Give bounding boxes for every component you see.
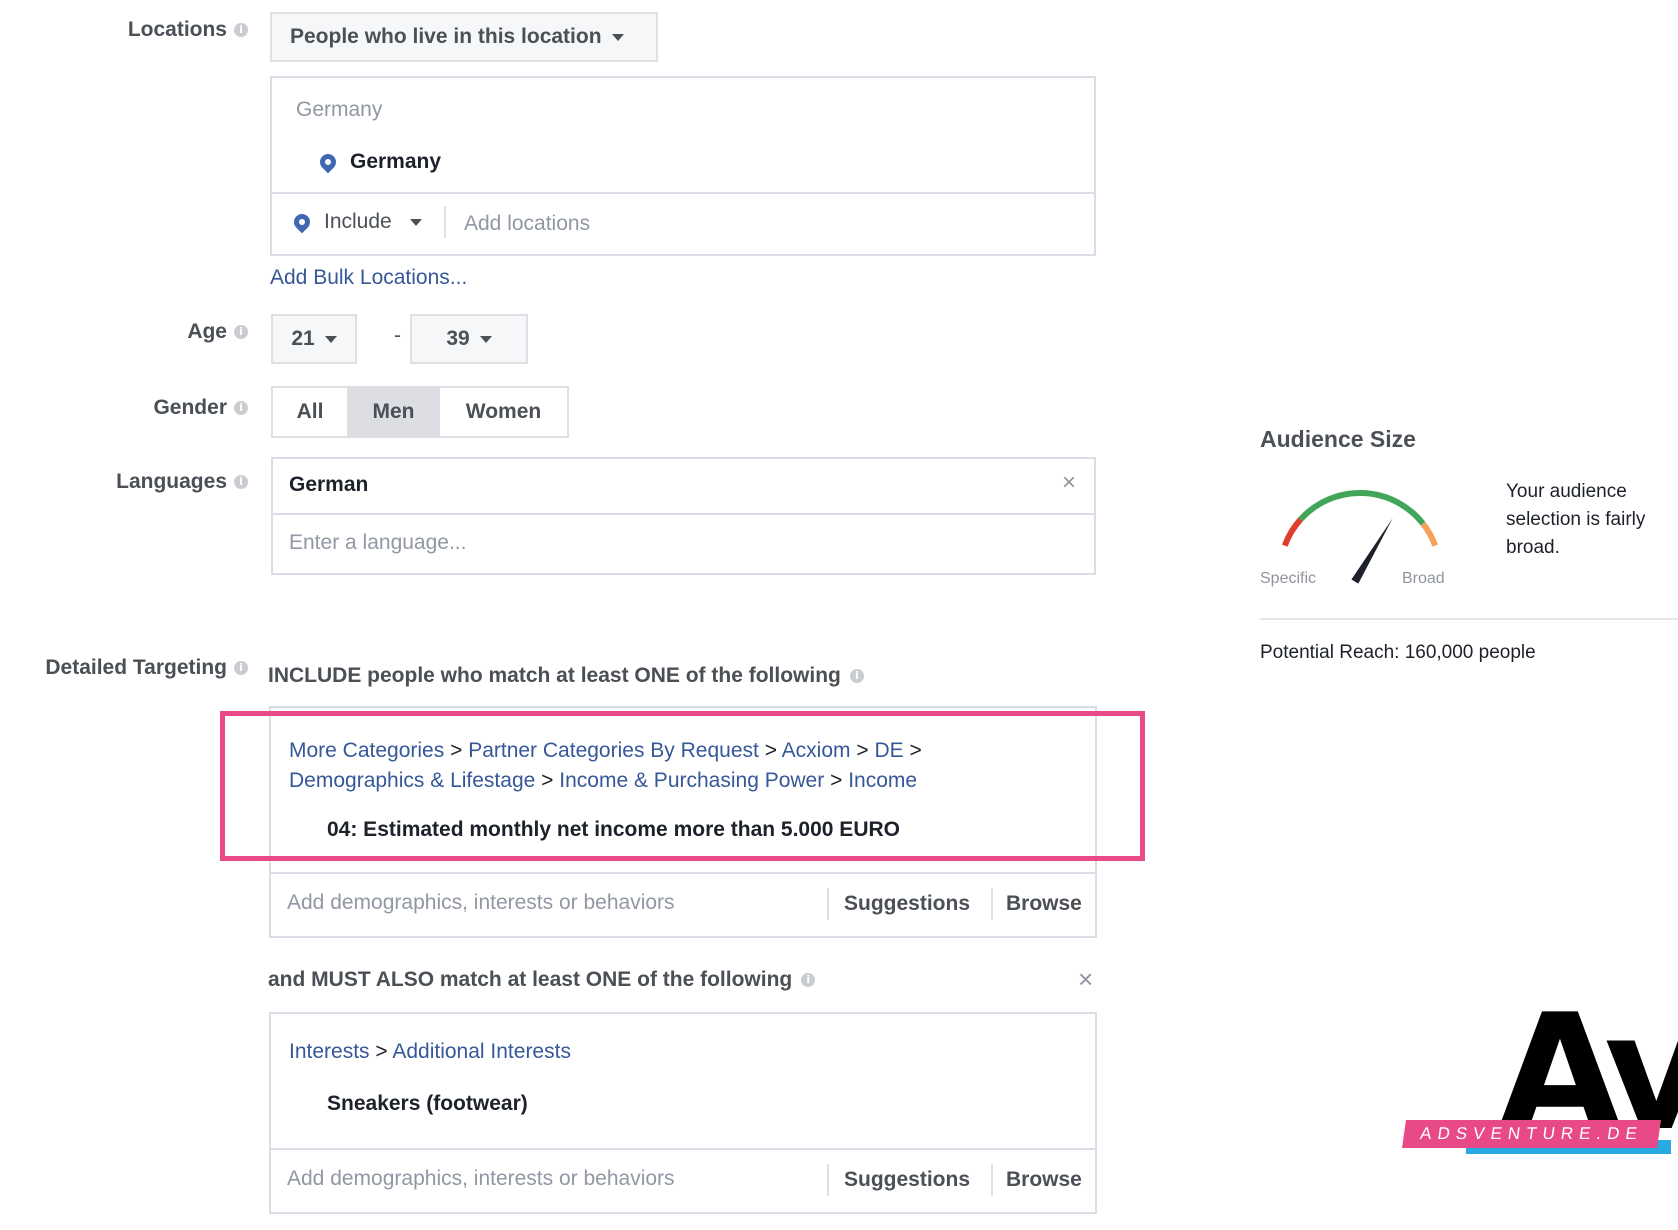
selected-language: German (289, 473, 369, 496)
include-select[interactable]: Include (290, 210, 422, 234)
age-label-text: Age (187, 320, 227, 343)
narrow-targeting-item: Sneakers (footwear) (327, 1092, 528, 1115)
gender-label-text: Gender (153, 396, 227, 419)
divider (1260, 618, 1678, 620)
info-icon[interactable]: i (234, 23, 248, 37)
divider (827, 888, 829, 920)
gauge-broad-label: Broad (1402, 570, 1445, 587)
breadcrumb-link[interactable]: Interests (289, 1040, 370, 1063)
caret-down-icon (611, 33, 624, 41)
audience-size-title: Audience Size (1260, 426, 1416, 452)
close-icon[interactable]: × (1062, 469, 1076, 497)
caret-down-icon (324, 335, 337, 343)
location-pin-icon (290, 210, 314, 234)
include-add-input[interactable]: Add demographics, interests or behaviors (287, 891, 675, 915)
info-icon[interactable]: i (234, 661, 248, 675)
detailed-targeting-label: Detailed Targeting i (45, 656, 248, 680)
logo-banner: ADSVENTURE.DE (1402, 1120, 1661, 1148)
age-label: Age i (187, 320, 248, 344)
add-bulk-locations-link[interactable]: Add Bulk Locations... (270, 266, 467, 290)
narrow-path: Interests > Additional Interests (289, 1040, 571, 1064)
gender-women-button[interactable]: Women (438, 386, 569, 438)
languages-box: German × Enter a language... (271, 457, 1096, 575)
gauge-green-segment (1298, 489, 1426, 526)
detailed-targeting-label-text: Detailed Targeting (45, 656, 227, 679)
selected-location: Germany (316, 150, 442, 174)
potential-reach: Potential Reach: 160,000 people (1260, 642, 1536, 663)
breadcrumb-link[interactable]: Additional Interests (392, 1040, 571, 1063)
gauge-orange-segment (1420, 521, 1439, 547)
narrow-header: and MUST ALSO match at least ONE of the … (268, 968, 816, 992)
location-search-value[interactable]: Germany (296, 98, 382, 122)
include-header: INCLUDE people who match at least ONE of… (268, 664, 864, 688)
browse-button[interactable]: Browse (1006, 1168, 1082, 1192)
info-icon[interactable]: i (234, 401, 248, 415)
gauge-needle (1351, 518, 1393, 584)
divider (271, 1148, 1095, 1150)
add-locations-input[interactable]: Add locations (464, 212, 590, 236)
location-pin-icon (316, 150, 340, 174)
divider (991, 1164, 993, 1196)
age-min-value: 21 (291, 327, 315, 350)
info-icon[interactable]: i (234, 325, 248, 339)
gender-all-label: All (296, 400, 324, 423)
adsventure-logo: Av ADSVENTURE.DE (1402, 993, 1678, 1172)
locations-label-text: Locations (127, 18, 227, 41)
suggestions-button[interactable]: Suggestions (844, 1168, 970, 1192)
include-label: Include (324, 210, 392, 233)
languages-label: Languages i (116, 470, 248, 494)
age-min-select[interactable]: 21 (271, 314, 357, 364)
language-input[interactable]: Enter a language... (289, 531, 466, 555)
gauge-specific-label: Specific (1260, 570, 1317, 587)
browse-button[interactable]: Browse (1006, 892, 1082, 916)
gender-women-label: Women (465, 400, 542, 423)
narrow-header-text: and MUST ALSO match at least ONE of the … (268, 968, 793, 991)
locations-box: Germany Germany Include Add locations (270, 76, 1096, 256)
gender-all-button[interactable]: All (271, 386, 349, 438)
divider (991, 888, 993, 920)
info-icon[interactable]: i (849, 669, 864, 683)
location-type-select-label: People who live in this location (290, 25, 602, 48)
languages-label-text: Languages (116, 470, 227, 493)
selected-location-label: Germany (350, 150, 442, 173)
age-separator: - (394, 324, 401, 347)
audience-message: Your audience selection is fairly broad. (1506, 481, 1646, 558)
caret-down-icon (409, 218, 422, 226)
divider (827, 1164, 829, 1196)
suggestions-button[interactable]: Suggestions (844, 892, 970, 916)
gauge-red-segment (1281, 517, 1303, 547)
narrow-add-input[interactable]: Add demographics, interests or behaviors (287, 1167, 675, 1191)
include-header-text: INCLUDE people who match at least ONE of… (268, 664, 841, 687)
gender-men-button[interactable]: Men (347, 386, 440, 438)
gender-men-label: Men (372, 400, 415, 423)
caret-down-icon (479, 335, 492, 343)
info-icon[interactable]: i (234, 475, 248, 489)
gender-label: Gender i (153, 396, 248, 420)
age-max-value: 39 (446, 327, 470, 350)
close-icon[interactable]: × (1078, 964, 1093, 995)
breadcrumb-separator: > (375, 1040, 388, 1063)
divider (271, 872, 1095, 874)
narrow-targeting-box: Interests > Additional Interests Sneaker… (269, 1012, 1097, 1214)
divider (272, 192, 1094, 194)
info-icon[interactable]: i (801, 973, 816, 987)
divider (273, 513, 1094, 515)
age-max-select[interactable]: 39 (410, 314, 528, 364)
highlight-frame (220, 711, 1145, 861)
location-type-select[interactable]: People who live in this location (270, 12, 658, 62)
locations-label: Locations i (128, 18, 248, 42)
logo-banner-text: ADSVENTURE.DE (1418, 1124, 1645, 1143)
divider (444, 206, 446, 238)
